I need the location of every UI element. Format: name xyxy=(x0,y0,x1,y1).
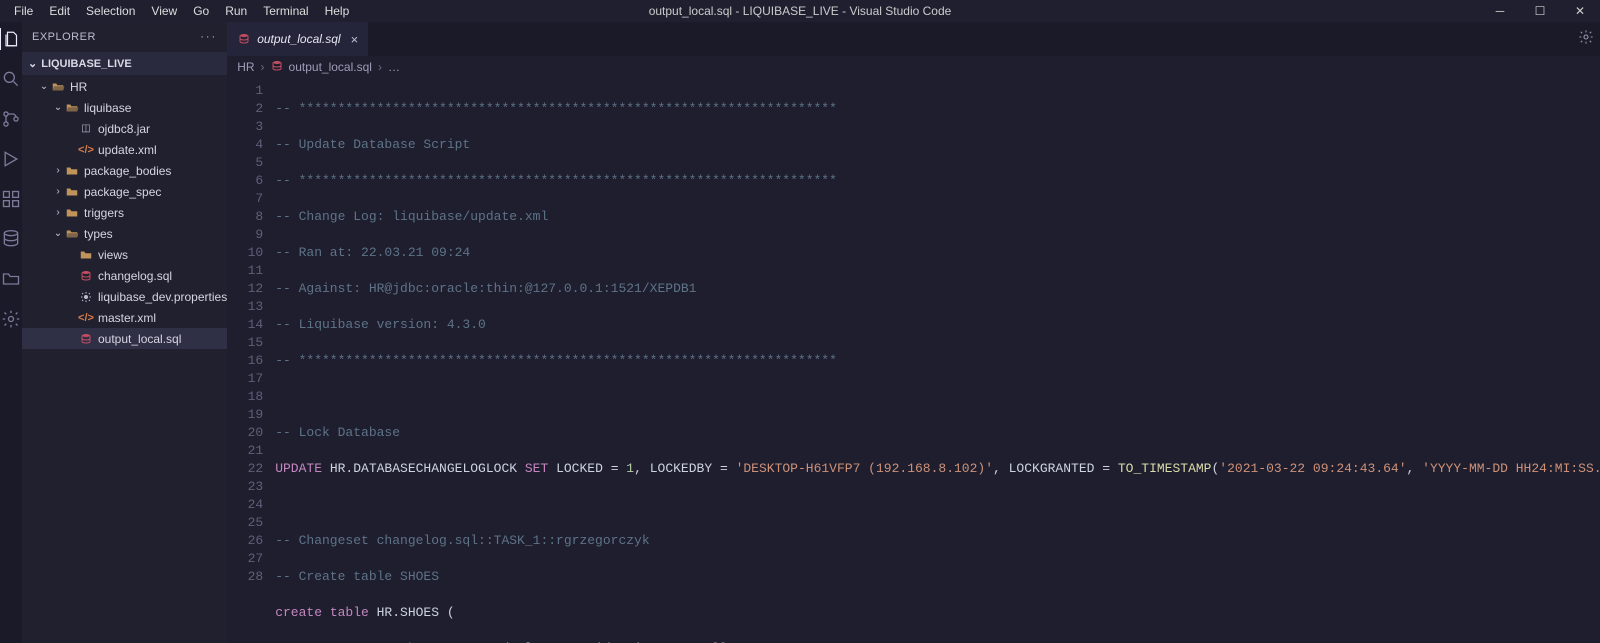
activity-database-icon[interactable] xyxy=(0,228,22,250)
menu-bar: File Edit Selection View Go Run Terminal… xyxy=(0,1,357,21)
folder-icon xyxy=(78,247,94,263)
menu-view[interactable]: View xyxy=(143,1,185,21)
tree-item-label: types xyxy=(84,227,113,241)
tab-close-icon[interactable]: × xyxy=(351,32,359,47)
window-minimize-button[interactable]: ─ xyxy=(1480,4,1520,18)
folderopen-icon xyxy=(64,226,80,242)
activity-search-icon[interactable] xyxy=(0,68,22,90)
editor-content[interactable]: -- *************************************… xyxy=(275,78,1600,643)
folderopen-icon xyxy=(50,79,66,95)
activity-explorer-icon[interactable] xyxy=(0,28,21,50)
menu-selection[interactable]: Selection xyxy=(78,1,143,21)
activity-folder-icon[interactable] xyxy=(0,268,22,290)
activity-extensions-icon[interactable] xyxy=(0,188,22,210)
tree-item-liquibase[interactable]: ⌄ liquibase xyxy=(22,97,227,118)
tree-item-label: update.xml xyxy=(98,143,157,157)
db-icon xyxy=(271,60,283,75)
chevron-right-icon[interactable]: › xyxy=(52,165,64,176)
menu-help[interactable]: Help xyxy=(317,1,358,21)
menu-edit[interactable]: Edit xyxy=(41,1,78,21)
tab-label: output_local.sql xyxy=(257,32,340,46)
tree-item-changelog-sql[interactable]: changelog.sql xyxy=(22,265,227,286)
menu-go[interactable]: Go xyxy=(185,1,217,21)
activity-settings-icon[interactable] xyxy=(0,308,22,330)
code-editor[interactable]: 1234567891011121314151617181920212223242… xyxy=(227,78,1600,643)
tree-item-label: ojdbc8.jar xyxy=(98,122,150,136)
tree-item-package-bodies[interactable]: › package_bodies xyxy=(22,160,227,181)
activity-run-debug-icon[interactable] xyxy=(0,148,22,170)
editor-gutter: 1234567891011121314151617181920212223242… xyxy=(227,78,275,643)
chevron-down-icon[interactable]: ⌄ xyxy=(38,81,50,92)
menu-file[interactable]: File xyxy=(6,1,41,21)
tree-item-label: liquibase xyxy=(84,101,131,115)
explorer-sidebar: EXPLORER ··· ⌄ LIQUIBASE_LIVE ⌄ HR ⌄ liquib… xyxy=(22,22,227,643)
chevron-right-icon[interactable]: › xyxy=(52,207,64,218)
tree-item-label: liquibase_dev.properties xyxy=(98,290,227,304)
breadcrumb-seg-file[interactable]: output_local.sql xyxy=(289,60,372,74)
tree-item-label: triggers xyxy=(84,206,124,220)
title-bar: File Edit Selection View Go Run Terminal… xyxy=(0,0,1600,22)
tree-item-label: views xyxy=(98,248,128,262)
xml-icon: </> xyxy=(78,142,94,158)
folder-icon xyxy=(64,184,80,200)
folder-icon xyxy=(64,205,80,221)
xml-icon: </> xyxy=(78,310,94,326)
chevron-right-icon: › xyxy=(378,60,382,74)
tree-item-label: package_spec xyxy=(84,185,161,199)
tree-item-label: HR xyxy=(70,80,87,94)
tree-item-update-xml[interactable]: </> update.xml xyxy=(22,139,227,160)
tree-item-output-local-sql[interactable]: output_local.sql xyxy=(22,328,227,349)
tree-item-hr[interactable]: ⌄ HR xyxy=(22,76,227,97)
window-title: output_local.sql - LIQUIBASE_LIVE - Visu… xyxy=(649,4,952,18)
db-icon xyxy=(237,32,251,46)
tree-item-package-spec[interactable]: › package_spec xyxy=(22,181,227,202)
breadcrumb[interactable]: HR › output_local.sql › … xyxy=(227,56,1600,78)
chevron-right-icon[interactable]: › xyxy=(52,186,64,197)
menu-terminal[interactable]: Terminal xyxy=(255,1,316,21)
chevron-right-icon: › xyxy=(261,60,265,74)
explorer-title: EXPLORER xyxy=(32,31,96,43)
menu-run[interactable]: Run xyxy=(217,1,255,21)
tree-item-liquibase-dev-properties[interactable]: liquibase_dev.properties xyxy=(22,286,227,307)
jar-icon: ◫ xyxy=(78,121,94,137)
tree-item-label: output_local.sql xyxy=(98,332,181,346)
explorer-tree: ⌄ HR ⌄ liquibase ◫ ojdbc8.jar </> update.xml › pa… xyxy=(22,75,227,643)
tree-item-views[interactable]: views xyxy=(22,244,227,265)
window-close-button[interactable]: ✕ xyxy=(1560,4,1600,18)
folderopen-icon xyxy=(64,100,80,116)
gear-icon xyxy=(78,289,94,305)
breadcrumb-seg-hr[interactable]: HR xyxy=(237,60,254,74)
tree-item-master-xml[interactable]: </> master.xml xyxy=(22,307,227,328)
tree-item-label: changelog.sql xyxy=(98,269,172,283)
explorer-root-label: LIQUIBASE_LIVE xyxy=(41,58,131,70)
tree-item-triggers[interactable]: › triggers xyxy=(22,202,227,223)
activity-source-control-icon[interactable] xyxy=(0,108,22,130)
tree-item-types[interactable]: ⌄ types xyxy=(22,223,227,244)
breadcrumb-seg-more[interactable]: … xyxy=(388,60,400,74)
chevron-down-icon[interactable]: ⌄ xyxy=(52,102,64,113)
explorer-root-toggle[interactable]: ⌄ LIQUIBASE_LIVE xyxy=(22,52,227,75)
tree-item-ojdbc8-jar[interactable]: ◫ ojdbc8.jar xyxy=(22,118,227,139)
folder-icon xyxy=(64,163,80,179)
chevron-down-icon[interactable]: ⌄ xyxy=(52,228,64,239)
explorer-more-icon[interactable]: ··· xyxy=(200,31,217,43)
tree-item-label: master.xml xyxy=(98,311,156,325)
editor-tabs: output_local.sql × xyxy=(227,22,1600,56)
tree-item-label: package_bodies xyxy=(84,164,171,178)
tab-output-local-sql[interactable]: output_local.sql × xyxy=(227,22,369,56)
activity-bar xyxy=(0,22,22,643)
sql-icon xyxy=(78,331,94,347)
sql-icon xyxy=(78,268,94,284)
window-maximize-button[interactable]: ☐ xyxy=(1520,4,1560,18)
editor-settings-icon[interactable] xyxy=(1577,28,1595,46)
